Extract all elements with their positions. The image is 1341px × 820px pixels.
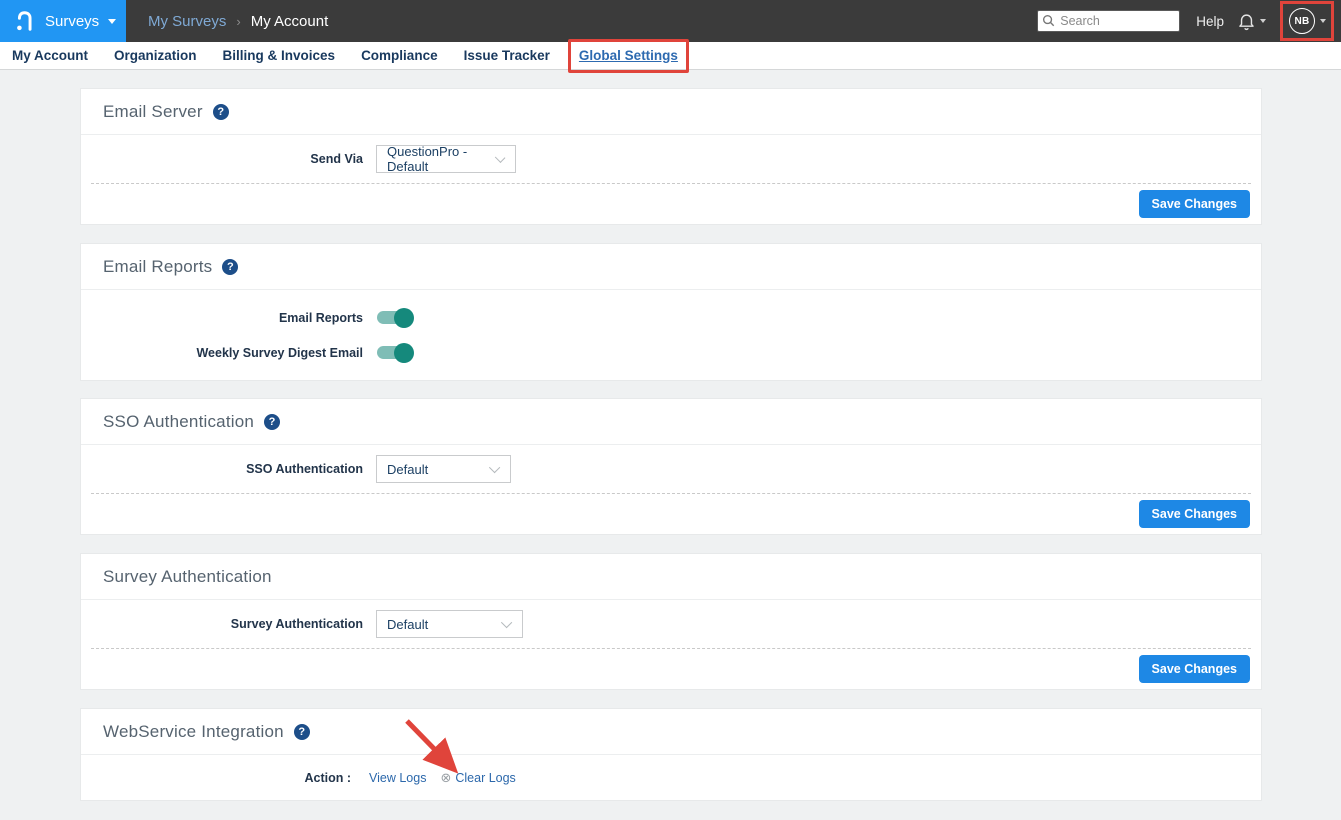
tab-billing-invoices[interactable]: Billing & Invoices <box>223 48 336 63</box>
help-link[interactable]: Help <box>1196 14 1224 29</box>
tab-highlight-annotation: Global Settings <box>568 39 689 73</box>
survey-authentication-section: Survey Authentication Survey Authenticat… <box>80 553 1262 690</box>
chevron-down-icon <box>1320 19 1326 23</box>
email-server-section: Email Server ? Send Via QuestionPro - De… <box>80 88 1262 225</box>
email-reports-toggle[interactable] <box>377 311 411 324</box>
breadcrumb-separator: › <box>236 14 240 29</box>
save-changes-button[interactable]: Save Changes <box>1139 190 1250 218</box>
sso-authentication-label: SSO Authentication <box>81 462 363 476</box>
weekly-digest-toggle-label: Weekly Survey Digest Email <box>81 346 363 360</box>
email-reports-toggle-label: Email Reports <box>81 311 363 325</box>
circled-x-icon: ⊗ <box>440 770 451 786</box>
sso-authentication-dropdown[interactable]: Default <box>376 455 511 483</box>
help-icon[interactable]: ? <box>222 259 238 275</box>
help-icon[interactable]: ? <box>294 724 310 740</box>
survey-authentication-label: Survey Authentication <box>81 617 363 631</box>
sso-authentication-section: SSO Authentication ? SSO Authentication … <box>80 398 1262 535</box>
notifications-menu[interactable] <box>1238 12 1266 31</box>
action-label: Action : <box>81 771 351 785</box>
chevron-down-icon <box>1260 19 1266 23</box>
top-navigation-bar: Surveys My Surveys › My Account Help NB <box>0 0 1341 42</box>
surveys-menu-button[interactable]: Surveys <box>0 0 126 42</box>
chevron-down-icon <box>489 462 500 473</box>
user-avatar[interactable]: NB <box>1289 8 1315 34</box>
email-reports-section: Email Reports ? Email Reports Weekly Sur… <box>80 243 1262 381</box>
section-title: WebService Integration <box>103 722 284 742</box>
product-label: Surveys <box>45 13 99 30</box>
section-title: SSO Authentication <box>103 412 254 432</box>
breadcrumb-current-page: My Account <box>251 13 329 30</box>
help-icon[interactable]: ? <box>213 104 229 120</box>
tab-global-settings[interactable]: Global Settings <box>579 48 678 63</box>
search-box <box>1037 10 1180 32</box>
send-via-value: QuestionPro - Default <box>387 144 498 174</box>
survey-authentication-dropdown[interactable]: Default <box>376 610 523 638</box>
section-title: Survey Authentication <box>103 567 272 587</box>
save-changes-button[interactable]: Save Changes <box>1139 500 1250 528</box>
search-icon <box>1042 14 1055 27</box>
tab-issue-tracker[interactable]: Issue Tracker <box>464 48 550 63</box>
clear-logs-link[interactable]: ⊗ Clear Logs <box>440 770 515 786</box>
survey-authentication-value: Default <box>387 617 428 632</box>
clear-logs-label: Clear Logs <box>455 771 515 785</box>
send-via-label: Send Via <box>81 152 363 166</box>
questionpro-logo-icon <box>13 9 35 33</box>
tab-compliance[interactable]: Compliance <box>361 48 438 63</box>
sso-authentication-value: Default <box>387 462 428 477</box>
section-title: Email Reports <box>103 257 212 277</box>
chevron-down-icon <box>501 617 512 628</box>
view-logs-link[interactable]: View Logs <box>369 771 426 785</box>
tab-organization[interactable]: Organization <box>114 48 197 63</box>
account-tabs: My Account Organization Billing & Invoic… <box>0 42 1341 70</box>
avatar-highlight-annotation: NB <box>1280 1 1334 41</box>
search-input[interactable] <box>1037 10 1180 32</box>
breadcrumb: My Surveys › My Account <box>148 0 328 42</box>
save-changes-button[interactable]: Save Changes <box>1139 655 1250 683</box>
chevron-down-icon <box>108 19 116 24</box>
send-via-dropdown[interactable]: QuestionPro - Default <box>376 145 516 173</box>
webservice-integration-section: WebService Integration ? Action : View L… <box>80 708 1262 801</box>
help-icon[interactable]: ? <box>264 414 280 430</box>
weekly-digest-toggle[interactable] <box>377 346 411 359</box>
bell-icon <box>1238 12 1255 31</box>
section-title: Email Server <box>103 102 203 122</box>
breadcrumb-my-surveys[interactable]: My Surveys <box>148 13 226 30</box>
tab-my-account[interactable]: My Account <box>12 48 88 63</box>
